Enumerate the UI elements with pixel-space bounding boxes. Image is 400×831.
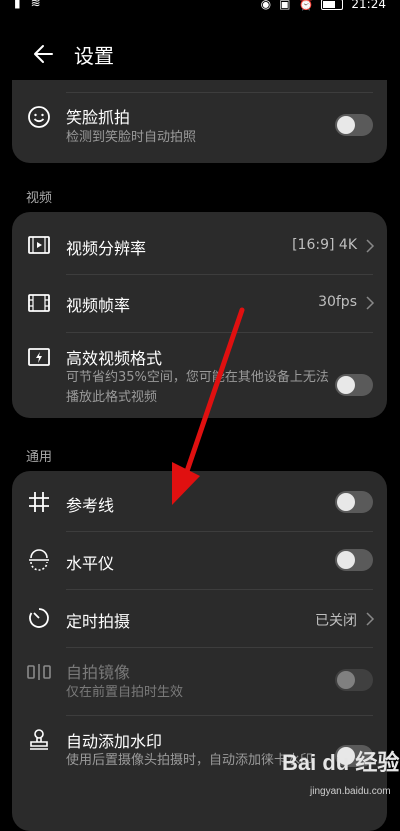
- efficient-format-icon: [28, 348, 50, 366]
- section-header-video: 视频: [26, 191, 53, 206]
- chevron-right-icon: [366, 239, 375, 253]
- smile-icon: [28, 106, 50, 128]
- video-fps-label: 视频帧率: [66, 296, 131, 315]
- video-resolution-label: 视频分辨率: [66, 239, 147, 258]
- video-resolution-icon: [28, 236, 50, 254]
- general-settings-card: 参考线 水平仪 定时拍摄 已关闭 自拍镜像 仅在前置自拍时生效 自动添加水印 使…: [12, 471, 387, 831]
- timer-label: 定时拍摄: [66, 612, 131, 631]
- efficient-format-desc: 可节省约35%空间，您可能在其他设备上无法播放此格式视频: [66, 370, 329, 405]
- eye-icon: ◉: [260, 0, 272, 11]
- film-icon: [28, 294, 50, 312]
- timer-icon: [29, 608, 49, 628]
- video-settings-card: 视频分辨率 [16:9] 4K 视频帧率 30fps 高效视频格式 可节省约35…: [12, 212, 387, 418]
- section-header-general: 通用: [26, 450, 53, 465]
- chevron-right-icon: [366, 612, 375, 626]
- video-resolution-value: [16:9] 4K: [292, 237, 357, 253]
- selfie-mirror-desc: 仅在前置自拍时生效: [66, 685, 184, 700]
- battery-icon: [321, 0, 344, 10]
- baidu-jingyan-url: jingyan.baidu.com: [310, 786, 391, 797]
- camera-icon: ▣: [279, 0, 291, 11]
- stamp-icon: [30, 729, 48, 750]
- selfie-mirror-label: 自拍镜像: [66, 663, 131, 682]
- level-row[interactable]: 水平仪: [12, 531, 387, 589]
- smile-capture-label: 笑脸抓拍: [66, 108, 131, 127]
- smile-capture-toggle[interactable]: [335, 114, 373, 136]
- alarm-icon: ⏰: [298, 0, 314, 11]
- video-fps-row[interactable]: 视频帧率 30fps: [12, 274, 387, 332]
- video-resolution-row[interactable]: 视频分辨率 [16:9] 4K: [12, 212, 387, 274]
- timer-value: 已关闭: [315, 613, 357, 629]
- status-time: 21:24: [351, 0, 386, 11]
- efficient-format-label: 高效视频格式: [66, 349, 163, 368]
- level-toggle[interactable]: [335, 549, 373, 571]
- level-label: 水平仪: [66, 554, 115, 573]
- selfie-mirror-row[interactable]: 自拍镜像 仅在前置自拍时生效: [12, 647, 387, 715]
- status-icons-left: ▮ ≋: [14, 0, 41, 10]
- divider: [66, 92, 373, 93]
- auto-watermark-label: 自动添加水印: [66, 732, 163, 751]
- gridlines-toggle[interactable]: [335, 491, 373, 513]
- back-arrow-icon[interactable]: [30, 40, 58, 68]
- page-title: 设置: [74, 44, 114, 68]
- efficient-format-toggle[interactable]: [335, 374, 373, 396]
- selfie-mirror-toggle[interactable]: [335, 669, 373, 691]
- signal-icon: ▮: [14, 0, 21, 10]
- level-icon: [29, 549, 49, 571]
- app-header: 设置: [0, 28, 400, 80]
- baidu-jingyan-logo: Bai du 经验: [282, 750, 400, 775]
- status-icons-right: ◉ ▣ ⏰ 21:24: [261, 0, 386, 11]
- gridlines-label: 参考线: [66, 496, 115, 515]
- wifi-icon: ≋: [30, 0, 41, 10]
- efficient-video-format-row[interactable]: 高效视频格式 可节省约35%空间，您可能在其他设备上无法播放此格式视频: [12, 332, 387, 418]
- chevron-right-icon: [366, 296, 375, 310]
- camera-settings-card: 笑脸抓拍 检测到笑脸时自动拍照: [12, 80, 387, 163]
- video-fps-value: 30fps: [318, 294, 357, 310]
- smile-capture-row[interactable]: 笑脸抓拍 检测到笑脸时自动拍照: [12, 80, 387, 163]
- status-bar: ▮ ≋ ◉ ▣ ⏰ 21:24: [0, 0, 400, 12]
- grid-icon: [29, 492, 49, 512]
- timer-row[interactable]: 定时拍摄 已关闭: [12, 589, 387, 647]
- gridlines-row[interactable]: 参考线: [12, 471, 387, 531]
- mirror-icon: [27, 664, 51, 680]
- smile-capture-desc: 检测到笑脸时自动拍照: [66, 130, 197, 145]
